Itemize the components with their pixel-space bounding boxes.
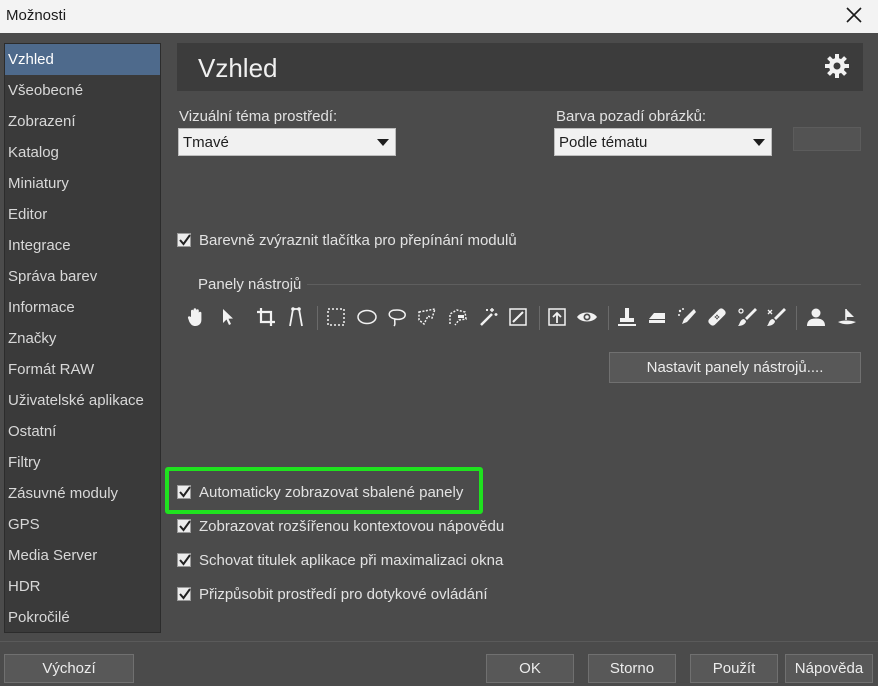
sidebar-item[interactable]: HDR [5,571,160,602]
hand-icon[interactable] [183,304,209,332]
checkbox-label: Barevně zvýraznit tlačítka pro přepínání… [199,231,517,249]
person-icon[interactable] [803,304,829,332]
section-header: Vzhled [177,43,863,91]
checkbox-box [177,587,191,601]
page-title: Vzhled [198,53,278,83]
touch-mode-checkbox[interactable]: Přizpůsobit prostředí pro dotykové ovlád… [177,584,488,604]
sidebar-item[interactable]: Miniatury [5,168,160,199]
checkbox-box [177,485,191,499]
brush-alt-icon[interactable] [763,304,789,332]
red-eye-icon[interactable] [574,304,600,332]
checkbox-box [177,519,191,533]
chevron-down-icon [377,139,389,146]
auto-show-collapsed-checkbox[interactable]: Automaticky zobrazovat sbalené panely [177,482,463,502]
checkbox-label: Schovat titulek aplikace při maximalizac… [199,551,504,569]
checkbox-box [177,553,191,567]
sidebar-item[interactable]: Formát RAW [5,354,160,385]
straighten-icon[interactable] [283,304,309,332]
upload-icon[interactable] [544,304,570,332]
toolbar-separator [317,306,318,330]
bgcolor-select-value: Podle tématu [559,134,648,151]
sidebar-item[interactable]: Media Server [5,540,160,571]
toolbars-group-label: Panely nástrojů [198,276,308,293]
highlight-module-buttons-checkbox[interactable]: Barevně zvýraznit tlačítka pro přepínání… [177,230,517,250]
select-all-icon[interactable] [505,304,531,332]
extended-help-checkbox[interactable]: Zobrazovat rozšířenou kontextovou nápově… [177,516,504,536]
stamp-icon[interactable] [614,304,640,332]
sidebar-item[interactable]: Všeobecné [5,75,160,106]
polygon-lasso-icon[interactable] [414,304,440,332]
checkbox-label: Přizpůsobit prostředí pro dotykové ovlád… [199,585,488,603]
sidebar-item[interactable]: Filtry [5,447,160,478]
rect-select-icon[interactable] [323,304,349,332]
brush-icon[interactable] [734,304,760,332]
sidebar-item[interactable]: Zobrazení [5,106,160,137]
theme-label: Vizuální téma prostředí: [179,108,338,125]
bandage-icon[interactable] [704,304,730,332]
checkbox-label: Automaticky zobrazovat sbalené panely [199,483,464,501]
toolbar-separator [539,306,540,330]
lasso-icon[interactable] [384,304,410,332]
sidebar-item[interactable]: Zásuvné moduly [5,478,160,509]
options-window: Vzhled Všeobecné Zobrazení Katalog Miniatury… [0,33,878,686]
theme-select[interactable]: Tmavé [178,128,396,156]
theme-select-value: Tmavé [183,134,229,151]
sail-icon[interactable] [834,304,860,332]
eraser-icon[interactable] [644,304,670,332]
gear-icon[interactable] [824,53,850,79]
toolbar-separator [608,306,609,330]
ellipse-select-icon[interactable] [354,304,380,332]
sidebar-item[interactable]: Integrace [5,230,160,261]
sidebar-item[interactable]: Správa barev [5,261,160,292]
help-button[interactable]: Nápověda [785,654,873,683]
bgcolor-label: Barva pozadí obrázků: [556,108,707,125]
toolbar-separator [796,306,797,330]
cancel-button[interactable]: Storno [588,654,676,683]
sidebar-item[interactable]: GPS [5,509,160,540]
default-button[interactable]: Výchozí [4,654,134,683]
bgcolor-select[interactable]: Podle tématu [554,128,772,156]
hide-title-checkbox[interactable]: Schovat titulek aplikace při maximalizac… [177,550,503,570]
category-sidebar: Vzhled Všeobecné Zobrazení Katalog Miniatury… [4,43,161,633]
crop-icon[interactable] [253,304,279,332]
close-icon[interactable] [844,4,864,26]
checkbox-label: Zobrazovat rozšířenou kontextovou nápově… [199,517,505,535]
bgcolor-swatch-button[interactable] [793,127,861,151]
sidebar-item[interactable]: Vzhled [5,44,160,75]
sidebar-item[interactable]: Informace [5,292,160,323]
spot-heal-icon[interactable] [674,304,700,332]
sidebar-item[interactable]: Značky [5,323,160,354]
group-divider [305,284,861,285]
checkbox-box [177,233,191,247]
sidebar-item[interactable]: Editor [5,199,160,230]
configure-toolbars-button[interactable]: Nastavit panely nástrojů.... [609,352,861,383]
chevron-down-icon [753,139,765,146]
window-title: Možnosti [6,7,67,24]
pointer-icon[interactable] [215,304,241,332]
magnetic-lasso-icon[interactable] [445,304,471,332]
ok-button[interactable]: OK [486,654,574,683]
sidebar-item[interactable]: Pokročilé [5,602,160,633]
sidebar-item[interactable]: Ostatní [5,416,160,447]
magic-wand-icon[interactable] [475,304,501,332]
sidebar-item[interactable]: Katalog [5,137,160,168]
footer-divider [0,641,878,642]
apply-button[interactable]: Použít [690,654,778,683]
sidebar-item[interactable]: Uživatelské aplikace [5,385,160,416]
title-bar: Možnosti [0,0,878,33]
